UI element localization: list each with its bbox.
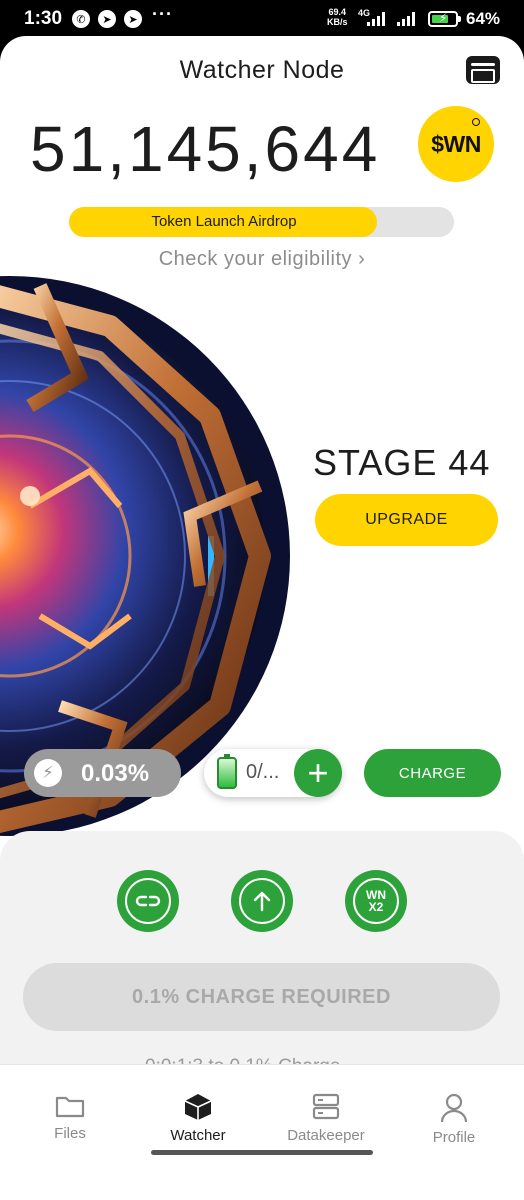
wn-x2-boost-button[interactable]: WN X2 [345,870,407,932]
signal-icon [367,12,385,26]
nav-label: Profile [432,1129,476,1146]
page-title: Watcher Node [179,56,345,84]
charge-percent-pill: ⚡ 0.03% [24,749,181,797]
coin-label: $WN [431,130,481,157]
lightning-icon: ⚡ [34,759,62,787]
battery-percent: 64% [466,9,501,28]
bottom-navigation: Files Watcher Datakeeper Profile [0,1064,524,1200]
nav-item-files[interactable]: Files [5,1093,135,1142]
token-balance: 51,145,644 [30,113,381,185]
signal-icon [397,12,415,26]
server-icon [312,1093,340,1120]
arrow-up-icon [253,891,271,912]
app-screen: Watcher Node 51,145,644 $WN Token Launch… [0,36,524,1200]
link-icon [135,895,161,907]
upgrade-button[interactable]: UPGRADE [315,494,498,546]
home-indicator[interactable] [151,1150,373,1155]
wallet-icon[interactable] [466,56,500,84]
nav-item-profile[interactable]: Profile [389,1093,519,1146]
boost-label: WN X2 [353,878,399,924]
nav-item-datakeeper[interactable]: Datakeeper [261,1093,391,1144]
link-button[interactable] [117,870,179,932]
battery-energy-icon [217,754,237,789]
nav-label: Watcher [170,1127,226,1144]
telegram-icon: ➤ [124,10,142,28]
person-icon [440,1093,468,1123]
upload-button[interactable] [231,870,293,932]
airdrop-progress-bar[interactable]: Token Launch Airdrop [69,207,454,237]
charge-button[interactable]: CHARGE [364,749,501,797]
charge-required-button[interactable]: 0.1% CHARGE REQUIRED [23,963,500,1031]
network-speed-value: 69.4 [328,7,347,17]
more-notifications-icon: ··· [152,4,173,24]
nav-item-watcher[interactable]: Watcher [133,1093,263,1144]
whatsapp-icon: ✆ [72,10,90,28]
status-time: 1:30 [24,8,63,29]
stage-label: STAGE 44 [313,442,491,483]
wn-coin-icon: $WN [418,106,494,182]
status-bar: 1:30 ✆ ➤ ➤ ··· 69.4 KB/s 4G ⚡ 64% [0,0,524,40]
battery-icon: ⚡ [428,11,461,27]
telegram-icon: ➤ [98,10,116,28]
network-speed-unit: KB/s [327,17,348,27]
cube-icon [184,1094,212,1120]
folder-icon [55,1096,85,1118]
nav-label: Datakeeper [287,1127,365,1144]
add-energy-button[interactable]: + [294,749,342,797]
airdrop-label: Token Launch Airdrop [151,213,297,230]
network-speed: 69.4 KB/s [327,7,348,27]
energy-value: 0/... [246,761,280,783]
nav-label: Files [54,1125,86,1142]
charge-percent: 0.03% [81,760,150,787]
